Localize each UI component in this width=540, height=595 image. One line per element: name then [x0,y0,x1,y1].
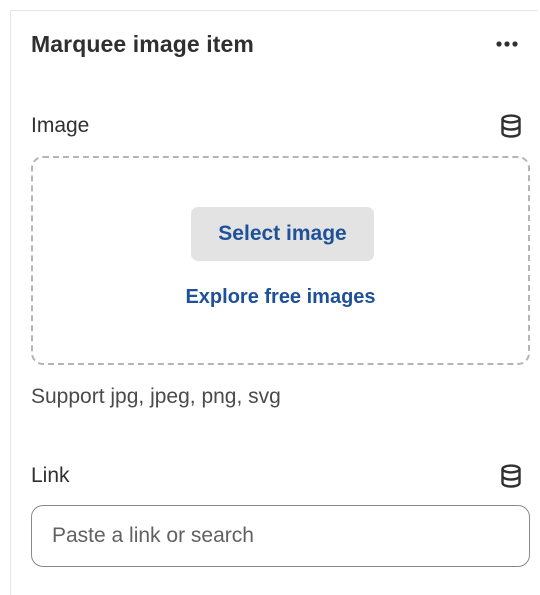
explore-free-images-link[interactable]: Explore free images [33,286,528,309]
link-field-label: Link [31,464,70,487]
select-image-button[interactable]: Select image [191,207,374,261]
link-input[interactable] [31,505,530,567]
database-icon [501,464,521,488]
supported-formats-text: Support jpg, jpeg, png, svg [31,385,281,408]
panel-title: Marquee image item [31,30,254,57]
link-field-header: Link [31,461,524,491]
panel-header: Marquee image item [31,27,524,61]
image-field-header: Image [31,111,524,141]
more-horizontal-icon [496,41,518,47]
settings-panel: Marquee image item Image Select image Ex… [10,10,538,595]
link-dynamic-source-button[interactable] [498,463,524,489]
more-actions-button[interactable] [490,27,524,61]
image-dropzone[interactable]: Select image Explore free images [31,156,530,365]
image-field-label: Image [31,114,90,137]
database-icon [501,114,521,138]
image-dynamic-source-button[interactable] [498,113,524,139]
